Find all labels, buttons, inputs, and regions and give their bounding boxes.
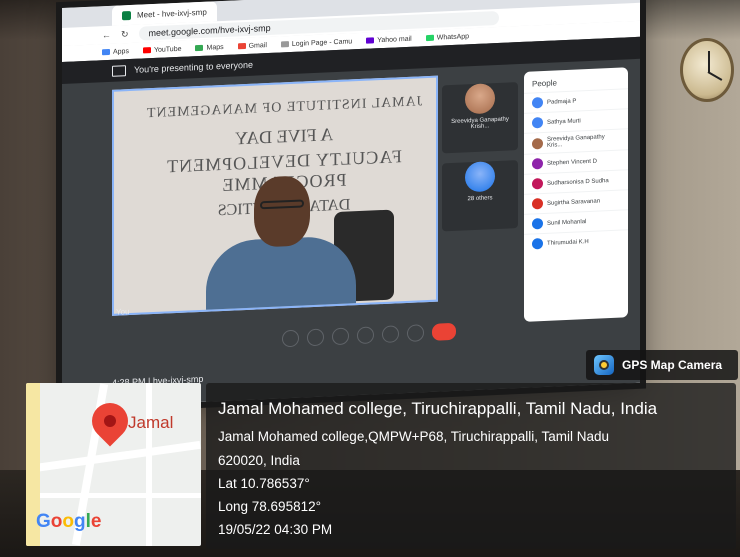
- participant-tile-others[interactable]: 28 others: [442, 160, 518, 232]
- captions-button[interactable]: [332, 327, 349, 346]
- bookmark-yahoo[interactable]: Yahoo mail: [366, 35, 412, 44]
- end-call-button[interactable]: [432, 322, 456, 341]
- present-button[interactable]: [382, 325, 399, 344]
- self-label: You: [116, 307, 130, 317]
- map-road: [26, 440, 201, 474]
- gps-app-badge: GPS Map Camera: [586, 350, 738, 380]
- camera-button[interactable]: [307, 328, 324, 347]
- meet-window: You're presenting to everyone JAMAL INST…: [62, 36, 640, 408]
- presenter-head: [254, 175, 310, 248]
- presenter-body: [206, 235, 356, 316]
- tab-title: Meet - hve-ixvj-smp: [137, 7, 207, 20]
- bookmark-youtube[interactable]: YouTube: [142, 45, 181, 54]
- wall-clock-icon: [680, 38, 734, 102]
- main-video-stage[interactable]: JAMAL INSTITUTE OF MANAGEMENT A FIVE DAY…: [112, 75, 438, 316]
- location-title: Jamal Mohamed college, Tiruchirappalli, …: [218, 399, 658, 418]
- bookmark-gmail[interactable]: Gmail: [237, 42, 267, 50]
- map-place-label: Jamal: [128, 413, 174, 432]
- tile-name: Sreevidya Ganapathy Krish...: [451, 116, 509, 131]
- presenter-video: [206, 173, 356, 316]
- participant-tile[interactable]: Sreevidya Ganapathy Krish...: [442, 82, 518, 154]
- datetime: 19/05/22 04:30 PM: [218, 522, 333, 537]
- address-line-1: Jamal Mohamed college,QMPW+P68, Tiruchir…: [218, 429, 610, 444]
- gps-camera-icon: [594, 355, 614, 375]
- bookmark-camu[interactable]: Login Page - Camu: [280, 38, 352, 48]
- bookmark-maps[interactable]: Maps: [195, 43, 224, 51]
- bookmark-apps[interactable]: Apps: [102, 48, 129, 56]
- bookmark-whatsapp[interactable]: WhatsApp: [425, 33, 469, 42]
- longitude: Long 78.695812°: [218, 499, 321, 514]
- list-item[interactable]: Thirumudai K.H: [524, 229, 628, 254]
- people-panel: People Padmaja P Sathya Murti Sreevidya …: [524, 67, 628, 322]
- banner-institute: JAMAL INSTITUTE OF MANAGEMENT: [145, 94, 423, 122]
- tile-others: 28 others: [467, 195, 493, 203]
- google-logo: Google: [36, 511, 102, 532]
- projection-screen: Meet - hve-ixvj-smp ← ↻ meet.google.com/…: [62, 0, 640, 408]
- present-screen-icon: [112, 64, 126, 77]
- map-road: [26, 493, 201, 498]
- presenting-text: You're presenting to everyone: [134, 59, 253, 75]
- location-map: Jamal Google: [26, 383, 201, 546]
- meet-tab-icon: [122, 10, 131, 20]
- latitude: Lat 10.786537°: [218, 476, 310, 491]
- location-info-panel: Jamal Mohamed college, Tiruchirappalli, …: [206, 383, 736, 549]
- map-road: [146, 383, 152, 546]
- participant-tiles: Sreevidya Ganapathy Krish... 28 others: [442, 72, 522, 236]
- mic-button[interactable]: [282, 329, 299, 348]
- reload-icon[interactable]: ↻: [121, 29, 129, 40]
- more-options-button[interactable]: [407, 324, 424, 342]
- back-icon[interactable]: ←: [102, 30, 111, 40]
- gps-app-name: GPS Map Camera: [622, 358, 723, 372]
- address-line-2: 620020, India: [218, 453, 300, 468]
- call-controls: [282, 322, 456, 348]
- group-avatar: [465, 161, 495, 193]
- avatar: [465, 83, 495, 115]
- raise-hand-button[interactable]: [357, 326, 374, 345]
